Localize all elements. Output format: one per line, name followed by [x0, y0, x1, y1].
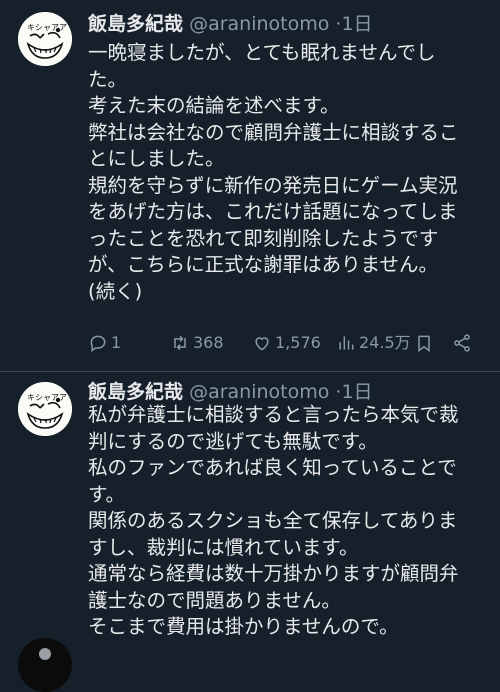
text-line: 考えた末の結論を述べます。: [88, 94, 340, 117]
next-tweet-avatar[interactable]: [18, 638, 72, 692]
share-button[interactable]: [452, 330, 472, 356]
avatar-caption: キシャアア: [27, 23, 67, 32]
text-line: た。: [88, 67, 128, 91]
tweet-text: 私が弁護士に相談すると言ったら本気で裁 判にするので逃げても無駄です。 私のファ…: [88, 402, 488, 641]
text-line: ったことを恐れて即刻削除したようです: [88, 226, 439, 250]
text-line: 私のファンであれば良く知っていることで: [88, 456, 457, 479]
avatar-caption: キシャアア: [27, 393, 67, 402]
retweet-button[interactable]: 368: [170, 330, 224, 356]
text-line: 一晩寝ましたが、とても眠れませんでし: [88, 41, 436, 64]
reply-icon: [90, 335, 106, 352]
avatar[interactable]: キシャアア: [18, 12, 72, 66]
reply-count: 1: [111, 333, 122, 352]
display-name[interactable]: 飯島多紀哉: [88, 381, 183, 403]
text-line: 判にするので逃げても無駄です。: [88, 429, 378, 453]
like-count: 1,576: [275, 333, 321, 352]
text-line: が、こちらに正式な謝罪はありません。: [88, 253, 439, 276]
reply-button[interactable]: 1: [88, 330, 121, 356]
avatar-drawing-icon: キシャアア: [18, 12, 72, 66]
text-line: 私が弁護士に相談すると言ったら本気で裁: [88, 403, 459, 426]
tweet[interactable]: キシャアア 飯島多紀哉 @araninotomo ·1日 一晩寝ましたが、とても…: [0, 0, 500, 372]
handle[interactable]: @araninotomo: [189, 381, 329, 403]
text-line: 護士なので問題ありません。: [88, 588, 341, 612]
display-name[interactable]: 飯島多紀哉: [88, 13, 183, 35]
retweet-icon: [174, 335, 186, 351]
timestamp[interactable]: 1日: [341, 381, 372, 403]
text-line: をあげた方は、これだけ話題になってしま: [88, 200, 458, 223]
tweet-header: 飯島多紀哉 @araninotomo ·1日: [88, 380, 373, 404]
timestamp[interactable]: 1日: [341, 13, 372, 35]
tweet[interactable]: キシャアア 飯島多紀哉 @araninotomo ·1日 私が弁護士に相談すると…: [0, 372, 500, 664]
like-button[interactable]: 1,576: [252, 330, 321, 356]
text-line: そこまで費用は掛かりませんので。: [88, 615, 399, 638]
text-line: す。: [88, 482, 126, 506]
retweet-count: 368: [193, 333, 224, 352]
views-button[interactable]: 24.5万: [336, 330, 411, 356]
views-icon: [339, 336, 354, 350]
avatar-drawing-icon: キシャアア: [18, 382, 72, 436]
bookmark-button[interactable]: [414, 330, 434, 356]
text-line: 通常なら経費は数十万掛かりますが顧問弁: [88, 562, 459, 585]
text-line: 弊社は会社なので顧問弁護士に相談するこ: [88, 120, 459, 144]
action-bar: 1 368 1,576 24.5万: [86, 330, 486, 356]
text-line: すし、裁判には慣れています。: [88, 535, 359, 559]
tweet-text: 一晩寝ましたが、とても眠れませんでし た。 考えた末の結論を述べます。 弊社は会…: [88, 40, 488, 305]
handle[interactable]: @araninotomo: [189, 13, 329, 35]
text-line: とにしました。: [88, 147, 225, 170]
view-count: 24.5万: [359, 333, 411, 352]
text-line: 関係のあるスクショも全て保存してありま: [88, 509, 458, 532]
avatar[interactable]: キシャアア: [18, 382, 72, 436]
like-icon: [255, 337, 269, 351]
share-icon: [454, 334, 470, 352]
tweet-header: 飯島多紀哉 @araninotomo ·1日: [88, 12, 373, 36]
text-line: 規約を守らずに新作の発売日にゲーム実況: [88, 173, 458, 197]
bookmark-icon: [418, 335, 430, 352]
text-line: (続く): [88, 279, 143, 303]
